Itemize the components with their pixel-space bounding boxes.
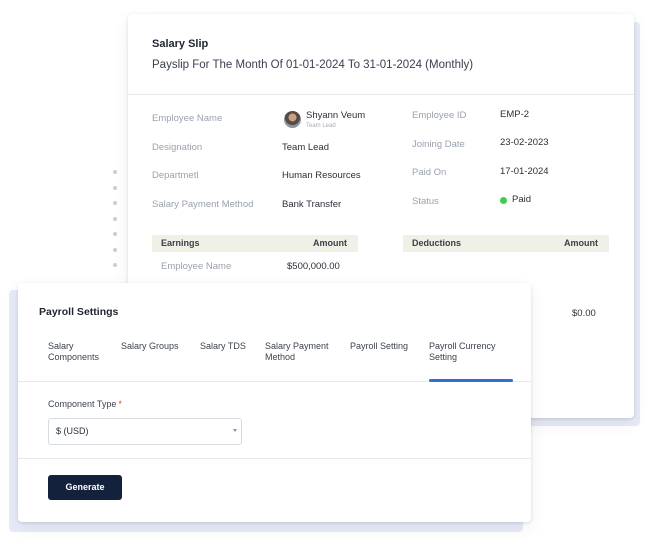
slip-title: Salary Slip (152, 38, 209, 50)
tab-salary-tds[interactable]: Salary TDS (200, 341, 246, 352)
payment-method-value: Bank Transfer (282, 199, 342, 210)
earnings-row-label: Employee Name (161, 261, 232, 272)
department-label: Departmetl (152, 170, 199, 181)
required-mark: * (118, 399, 122, 409)
generate-button[interactable]: Generate (48, 475, 122, 500)
payroll-settings-card: Payroll Settings Salary Components Salar… (18, 283, 531, 522)
tab-payroll-setting[interactable]: Payroll Setting (350, 341, 408, 352)
payment-method-label: Salary Payment Method (152, 199, 254, 210)
active-tab-indicator (429, 379, 513, 382)
deductions-total: $0.00 (572, 308, 596, 319)
tab-label: Components (48, 352, 100, 362)
employee-id-label: Employee ID (412, 110, 467, 121)
tab-label: Payroll Currency (429, 341, 496, 351)
form-divider (18, 458, 531, 459)
decorative-dots (113, 170, 119, 279)
joining-date-value: 23-02-2023 (500, 137, 549, 148)
earnings-amount-header: Amount (313, 238, 347, 248)
slip-header: Salary Slip Payslip For The Month Of 01-… (128, 14, 634, 95)
tab-payroll-currency-setting[interactable]: Payroll Currency Setting (429, 341, 496, 363)
avatar (284, 111, 301, 128)
component-type-label: Component Type * (48, 399, 122, 409)
component-type-value: $ (USD) (56, 426, 89, 436)
earnings-header: Earnings Amount (152, 235, 358, 252)
tab-label: Salary Groups (121, 341, 179, 351)
tab-label: Setting (429, 352, 458, 362)
employee-role: Team Lead (306, 123, 336, 129)
slip-subtitle: Payslip For The Month Of 01-01-2024 To 3… (152, 59, 474, 71)
employee-name-label: Employee Name (152, 113, 223, 124)
tab-label: Payroll Setting (350, 341, 409, 351)
tab-label: Salary TDS (200, 341, 246, 351)
earnings-row-amount: $500,000.00 (287, 261, 340, 272)
tab-label: Salary (48, 341, 74, 351)
department-value: Human Resources (282, 170, 361, 181)
tab-label: Method (265, 352, 296, 362)
paid-on-value: 17-01-2024 (500, 166, 549, 177)
component-type-select[interactable]: $ (USD) (48, 418, 242, 445)
employee-id-value: EMP-2 (500, 109, 530, 120)
tab-label: Salary Payment (265, 341, 329, 351)
joining-date-label: Joining Date (412, 139, 465, 150)
status-dot-icon (500, 197, 507, 204)
status-badge: Paid (512, 194, 532, 205)
component-type-label-text: Component Type (48, 399, 117, 409)
deductions-header-label: Deductions (412, 238, 462, 248)
designation-value: Team Lead (282, 142, 330, 153)
tab-salary-payment-method[interactable]: Salary Payment Method (265, 341, 329, 363)
designation-label: Designation (152, 142, 203, 153)
chevron-down-icon (233, 429, 237, 432)
paid-on-label: Paid On (412, 167, 447, 178)
deductions-header: Deductions Amount (403, 235, 609, 252)
deductions-amount-header: Amount (564, 238, 598, 248)
earnings-header-label: Earnings (161, 238, 200, 248)
payroll-settings-title: Payroll Settings (39, 306, 119, 318)
tab-salary-groups[interactable]: Salary Groups (121, 341, 179, 352)
status-label: Status (412, 196, 439, 207)
employee-name: Shyann Veum (306, 110, 366, 121)
tab-salary-components[interactable]: Salary Components (48, 341, 99, 363)
